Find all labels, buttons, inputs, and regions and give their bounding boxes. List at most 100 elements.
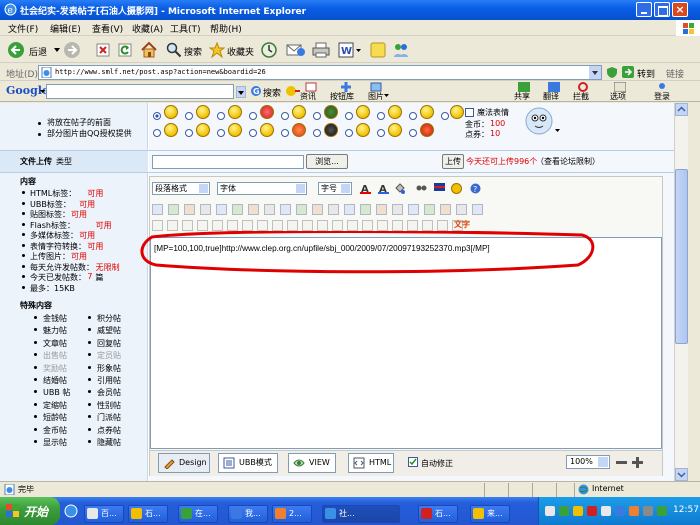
- emoticon-radio[interactable]: [377, 129, 385, 137]
- emoticon-radio[interactable]: [185, 129, 193, 137]
- go-arrow-icon[interactable]: [622, 66, 634, 78]
- special-item[interactable]: 魅力帖: [43, 325, 67, 336]
- tray-icon[interactable]: [643, 506, 653, 516]
- special-item[interactable]: 出售帖: [43, 350, 67, 361]
- emoticon-mad-icon[interactable]: [292, 123, 306, 137]
- emoticon-radio[interactable]: [281, 129, 289, 137]
- image-icon[interactable]: [312, 204, 323, 215]
- emoticon-radio[interactable]: [217, 129, 225, 137]
- emoticon-grin-icon[interactable]: [388, 105, 402, 119]
- underline-icon[interactable]: [184, 204, 195, 215]
- eraser-text-icon[interactable]: [242, 220, 253, 231]
- address-field[interactable]: http://www.smlf.net/post.asp?action=new&…: [38, 65, 602, 80]
- google-share-button[interactable]: 共享: [514, 91, 530, 102]
- qq-penguin-icon[interactable]: [524, 105, 554, 135]
- emoticon-laugh-icon[interactable]: [164, 123, 178, 137]
- google-search-button[interactable]: 搜索: [263, 86, 281, 99]
- italic-icon[interactable]: [168, 204, 179, 215]
- editor-scrollbar[interactable]: [674, 103, 688, 481]
- stop-icon[interactable]: [96, 43, 110, 57]
- google-button-library[interactable]: 按钮库: [330, 91, 354, 102]
- format-select[interactable]: 段落格式: [152, 182, 210, 195]
- emoticon-radio[interactable]: [185, 112, 193, 120]
- emoticon-shock-icon[interactable]: [260, 123, 274, 137]
- print-icon[interactable]: [312, 42, 330, 58]
- back-dropdown-icon[interactable]: [54, 48, 60, 52]
- google-images-button[interactable]: 图片: [368, 91, 384, 102]
- bold-icon[interactable]: [152, 204, 163, 215]
- subscript-icon[interactable]: [232, 204, 243, 215]
- emoticon-cool-icon[interactable]: [324, 105, 338, 119]
- emoticon-ninja-icon[interactable]: [324, 123, 338, 137]
- history-icon[interactable]: [260, 41, 278, 59]
- bullets-icon[interactable]: [424, 204, 435, 215]
- special-item[interactable]: 性别帖: [97, 400, 121, 411]
- indent-2-icon[interactable]: [392, 220, 403, 231]
- google-options-button[interactable]: 选项: [610, 91, 626, 102]
- emoticon-radio[interactable]: [313, 129, 321, 137]
- tray-icon[interactable]: [601, 506, 611, 516]
- emoticon-radio[interactable]: [345, 112, 353, 120]
- list-unordered-icon[interactable]: [362, 220, 373, 231]
- scroll-down-arrow-icon[interactable]: [675, 468, 688, 481]
- special-item[interactable]: 定缩帖: [43, 400, 67, 411]
- emoticon-tongue-icon[interactable]: [196, 123, 210, 137]
- edit-word-icon[interactable]: W: [338, 42, 362, 58]
- tray-icon[interactable]: [657, 506, 667, 516]
- special-item[interactable]: 奖励帖: [43, 363, 67, 374]
- paint-bucket-icon[interactable]: [394, 183, 405, 194]
- media-icon[interactable]: [344, 204, 355, 215]
- menu-favorites[interactable]: 收藏(A): [132, 22, 163, 35]
- code-icon[interactable]: [376, 204, 387, 215]
- emoticon-radio[interactable]: [281, 112, 289, 120]
- upload-limit-link[interactable]: （查看论坛限制）: [536, 156, 600, 167]
- special-item[interactable]: 形象帖: [97, 363, 121, 374]
- close-button[interactable]: ×: [672, 2, 688, 17]
- abc-text-icon[interactable]: [227, 220, 238, 231]
- menu-tools[interactable]: 工具(T): [170, 22, 201, 35]
- maximize-button[interactable]: [654, 2, 670, 17]
- emoticon-radio[interactable]: [409, 129, 417, 137]
- special-item[interactable]: 会员帖: [97, 387, 121, 398]
- emoticon-radio[interactable]: [441, 112, 449, 120]
- special-item[interactable]: 威望帖: [97, 325, 121, 336]
- view-mode-button[interactable]: VIEW: [288, 453, 336, 473]
- tray-icon[interactable]: [587, 506, 597, 516]
- superscript-icon[interactable]: [216, 204, 227, 215]
- ubb-mode-button[interactable]: UBB模式: [218, 453, 278, 473]
- forward-button[interactable]: [62, 40, 82, 60]
- emoticon-surprise-icon[interactable]: [450, 105, 464, 119]
- numbers-icon[interactable]: [440, 204, 451, 215]
- tray-icon[interactable]: [559, 506, 569, 516]
- refresh-icon[interactable]: [118, 43, 132, 57]
- images-dropdown-icon[interactable]: [384, 94, 389, 97]
- auto-correct-checkbox[interactable]: [408, 457, 418, 467]
- emoticon-sweat-icon[interactable]: [228, 123, 242, 137]
- menu-help[interactable]: 帮助(H): [210, 22, 242, 35]
- special-item[interactable]: 引用帖: [97, 375, 121, 386]
- special-item[interactable]: 结婚帖: [43, 375, 67, 386]
- special-item[interactable]: 文章帖: [43, 338, 67, 349]
- minimize-button[interactable]: [636, 2, 652, 17]
- google-translate-button[interactable]: 翻译: [543, 91, 559, 102]
- emoji-toolbar-icon[interactable]: [285, 85, 301, 98]
- flash-icon[interactable]: [328, 204, 339, 215]
- special-item[interactable]: 定员贴: [97, 350, 121, 361]
- menu-file[interactable]: 文件(F): [8, 22, 38, 35]
- emoticon-wink-icon[interactable]: [196, 105, 210, 119]
- table-icon[interactable]: [360, 204, 371, 215]
- italic-text-icon[interactable]: [167, 220, 178, 231]
- emoticon-radio[interactable]: [153, 129, 161, 137]
- html-mode-button[interactable]: HTML: [348, 453, 394, 473]
- emoticon-cry-icon[interactable]: [228, 105, 242, 119]
- superscript-text-icon[interactable]: [197, 220, 208, 231]
- font-select[interactable]: 字体: [217, 182, 307, 195]
- subscript-text-icon[interactable]: [212, 220, 223, 231]
- quote-icon[interactable]: [392, 204, 403, 215]
- messenger-icon[interactable]: [392, 41, 410, 59]
- image-insert-icon[interactable]: [272, 220, 283, 231]
- highlight-color-icon[interactable]: A: [378, 183, 389, 194]
- emoticon-angry-icon[interactable]: [292, 105, 306, 119]
- magic-emoticon-checkbox[interactable]: [465, 108, 474, 117]
- google-block-button[interactable]: 拦截: [573, 91, 589, 102]
